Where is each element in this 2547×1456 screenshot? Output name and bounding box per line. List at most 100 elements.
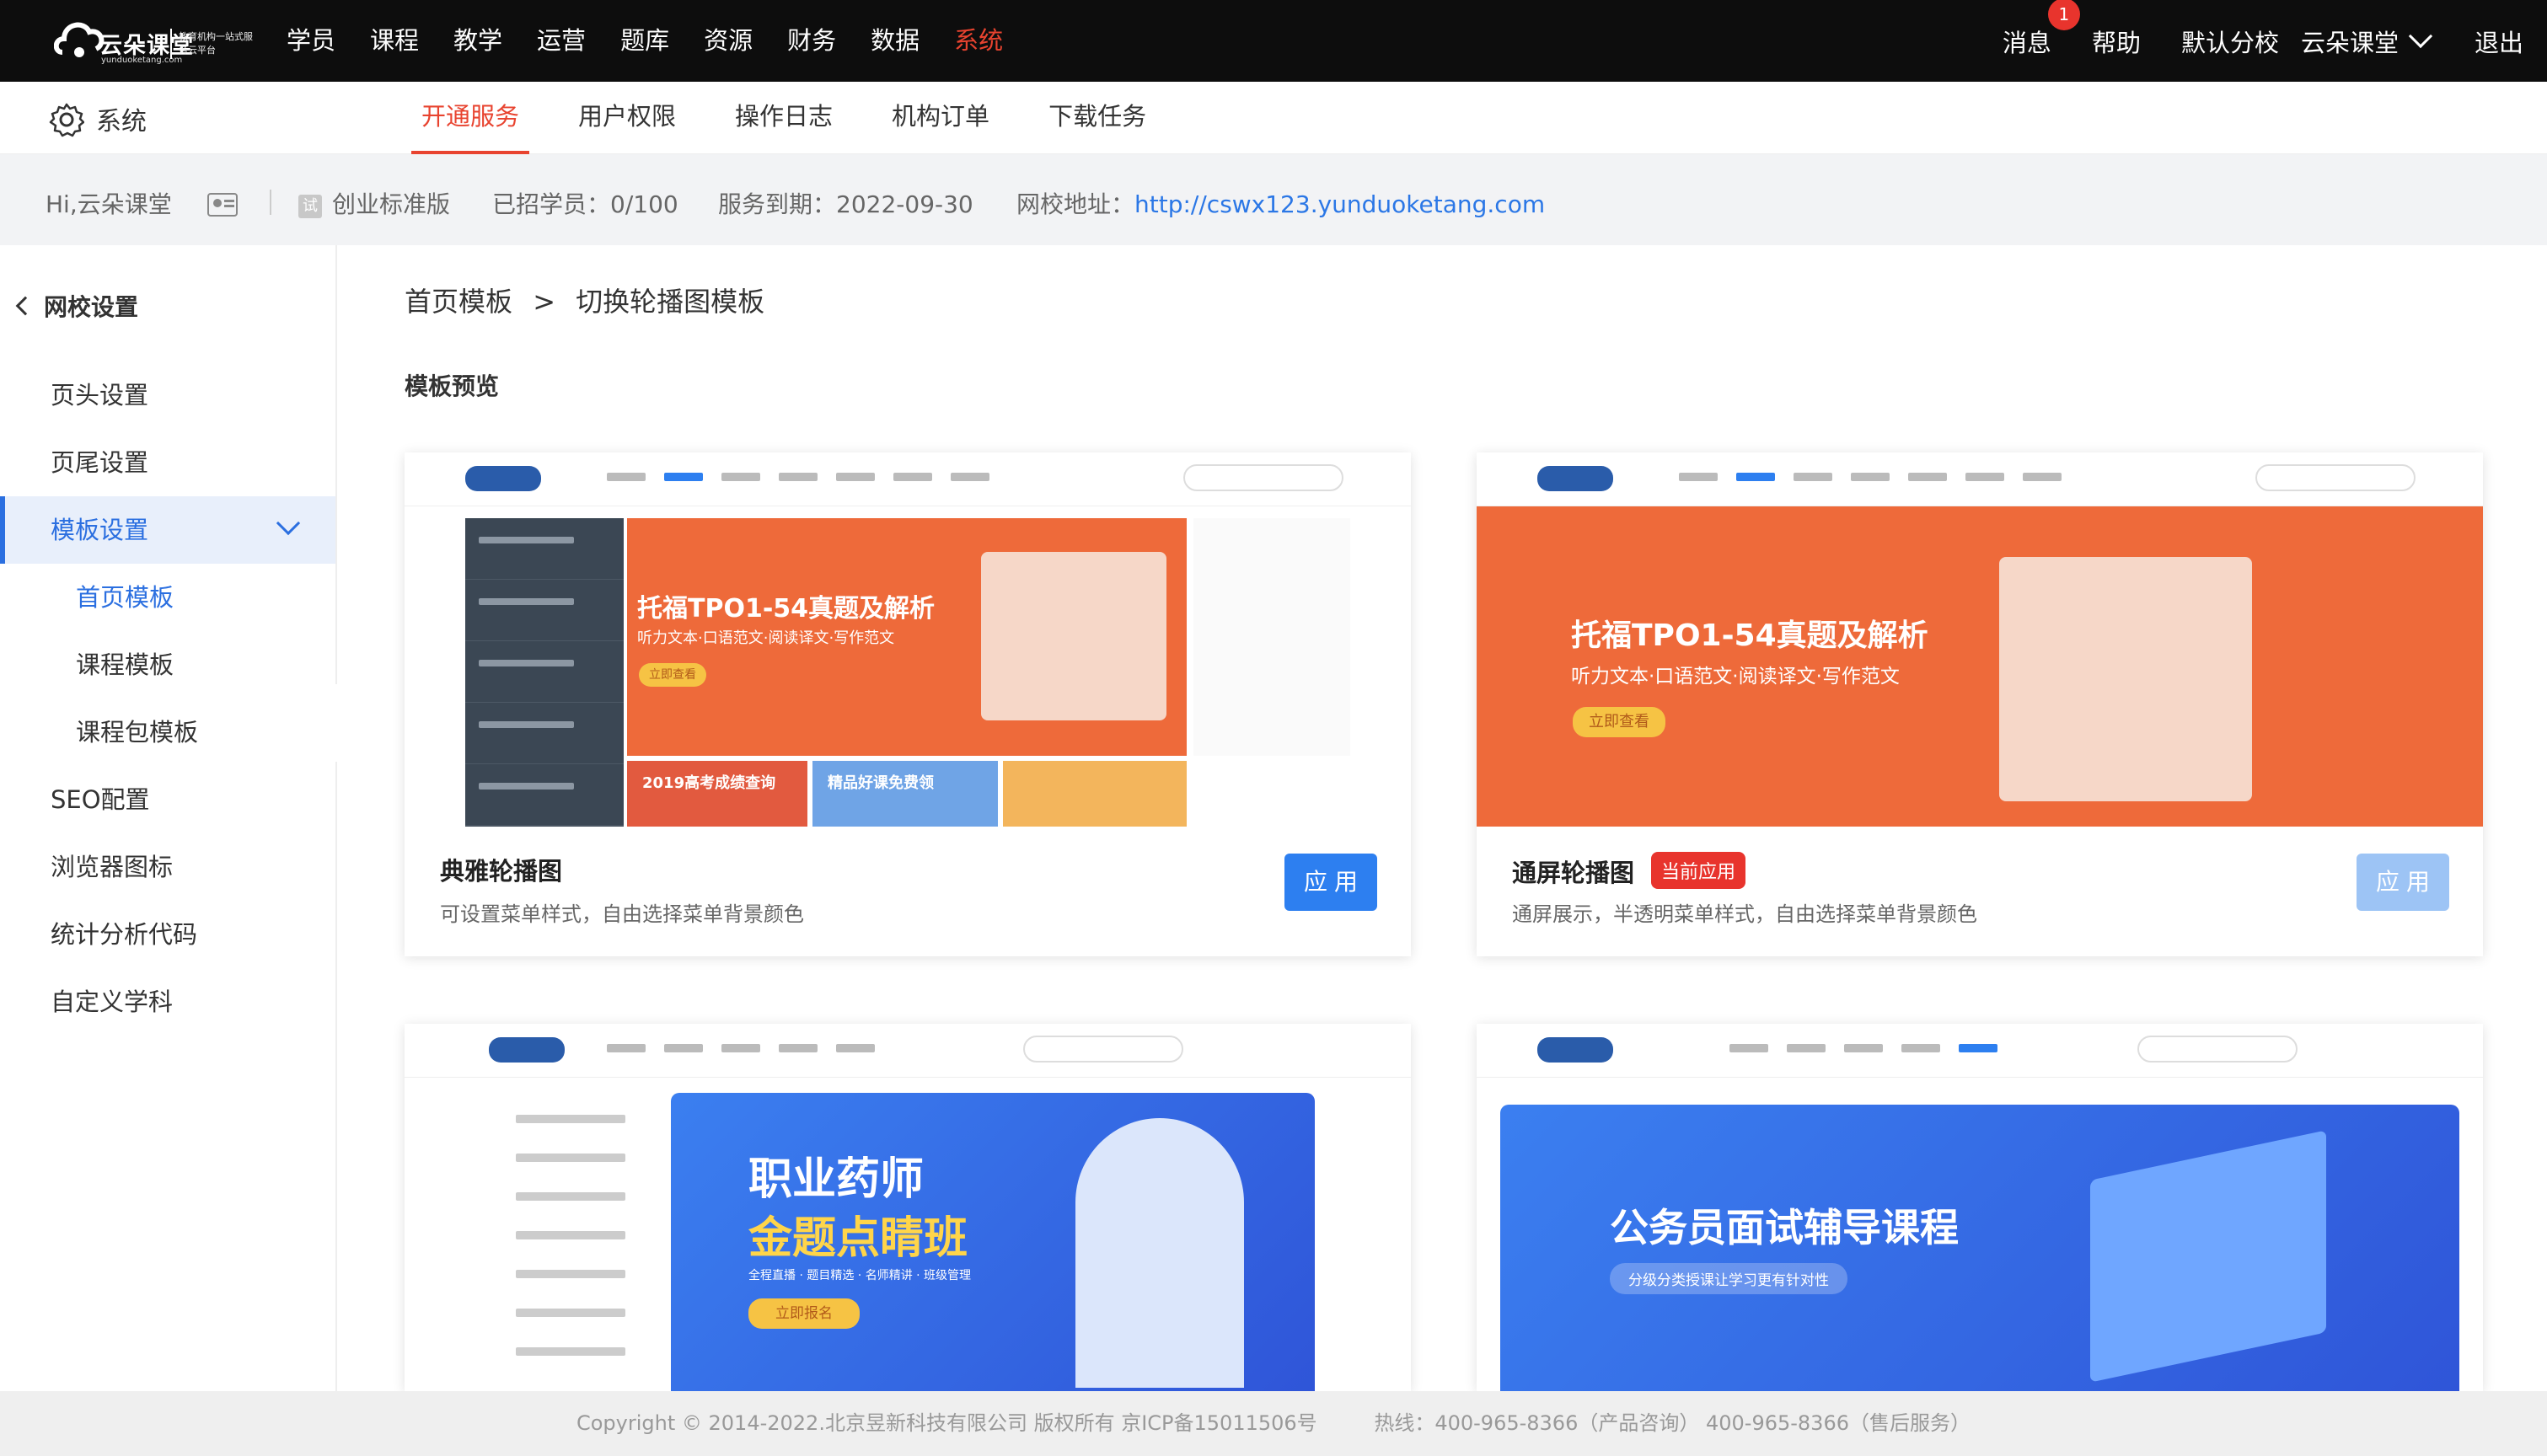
preview-search xyxy=(2137,1036,2298,1063)
breadcrumb-current: 切换轮播图模板 xyxy=(576,286,765,318)
help-link[interactable]: 帮助 xyxy=(2092,24,2141,59)
sidebar-item-template-settings[interactable]: 模板设置 xyxy=(0,496,335,564)
messages-label: 消息 xyxy=(2002,28,2051,57)
banner-title: 托福TPO1-54真题及解析 xyxy=(637,594,936,624)
account-label: 云朵课堂 xyxy=(2300,28,2399,57)
students-label: 已招学员： xyxy=(492,190,611,218)
plan-name: 创业标准版 xyxy=(332,190,451,218)
menu-item-question-bank[interactable]: 题库 xyxy=(620,0,669,82)
sidebar-item-footer-settings[interactable]: 页尾设置 xyxy=(0,429,335,496)
sidebar-item-course-template[interactable]: 课程模板 xyxy=(0,631,335,699)
banner-subtitle: 听力文本·口语范文·阅读译文·写作范文 xyxy=(1571,666,1900,688)
current-template-badge: 当前应用 xyxy=(1651,852,1746,889)
brand-logo[interactable]: 云朵课堂 yunduoketang.com 教育机构一站式服务云平台 xyxy=(54,12,256,67)
logo-divider xyxy=(170,29,172,59)
template-preview-elegant: 托福TPO1-54真题及解析 听力文本·口语范文·阅读译文·写作范文 立即查看 … xyxy=(405,452,1411,827)
preview-banner: 托福TPO1-54真题及解析 听力文本·口语范文·阅读译文·写作范文 立即查看 xyxy=(627,518,1187,756)
section-title: 系统 xyxy=(96,107,147,136)
template-preview-boxed: 公务员面试辅导课程 分级分类授课让学习更有针对性 xyxy=(1477,1024,2483,1391)
banner-illustration xyxy=(981,552,1166,720)
preview-promo-1: 2019高考成绩查询 xyxy=(627,761,807,827)
banner-subtitle: 分级分类授课让学习更有针对性 xyxy=(1610,1263,1847,1294)
sidebar-item-package-template[interactable]: 课程包模板 xyxy=(0,699,335,766)
banner-title-line-1: 职业药师 xyxy=(748,1154,925,1205)
preview-logo xyxy=(465,466,541,491)
apply-button[interactable]: 应用 xyxy=(2357,854,2449,911)
expiry-label: 服务到期： xyxy=(718,190,837,218)
branch-selector[interactable]: 默认分校 xyxy=(2181,24,2279,59)
students-value: 0/100 xyxy=(610,190,678,218)
messages-link[interactable]: 消息 1 xyxy=(2002,0,2080,59)
template-card-boxed: 公务员面试辅导课程 分级分类授课让学习更有针对性 xyxy=(1477,1024,2483,1391)
preview-banner: 托福TPO1-54真题及解析 听力文本·口语范文·阅读译文·写作范文 立即查看 xyxy=(1477,506,2483,827)
tab-user-permissions[interactable]: 用户权限 xyxy=(578,82,676,154)
sidebar-back-label: 网校设置 xyxy=(44,293,139,321)
menu-item-courses[interactable]: 课程 xyxy=(370,0,419,82)
menu-item-data[interactable]: 数据 xyxy=(871,0,920,82)
info-divider xyxy=(270,190,271,215)
preview-promo-3 xyxy=(1003,761,1187,827)
sidebar: 网校设置 页头设置 页尾设置 模板设置 首页模板 课程模板 课程包模板 SEO配… xyxy=(0,245,337,1391)
tab-operation-logs[interactable]: 操作日志 xyxy=(735,82,833,154)
sidebar-item-seo[interactable]: SEO配置 xyxy=(0,766,335,833)
section-heading: 模板预览 xyxy=(405,372,500,400)
preview-user-panel xyxy=(1193,518,1350,756)
chevron-down-icon xyxy=(276,511,301,536)
breadcrumb: 首页模板 > 切换轮播图模板 xyxy=(405,281,764,319)
preview-search xyxy=(1183,464,1343,491)
cloud-logo-icon xyxy=(54,22,105,57)
preview-search xyxy=(1023,1036,1183,1063)
copyright-text: Copyright © 2014-2022.北京昱新科技有限公司 版权所有 京I… xyxy=(576,1411,1317,1435)
preview-nav xyxy=(1679,473,2080,481)
sidebar-item-favicon[interactable]: 浏览器图标 xyxy=(0,833,335,901)
gear-icon xyxy=(49,103,84,137)
template-card-elegant: 托福TPO1-54真题及解析 听力文本·口语范文·阅读译文·写作范文 立即查看 … xyxy=(405,452,1411,956)
sidebar-item-custom-subjects[interactable]: 自定义学科 xyxy=(0,968,335,1036)
tab-open-services[interactable]: 开通服务 xyxy=(410,82,530,154)
menu-item-resources[interactable]: 资源 xyxy=(704,0,753,82)
banner-subtitle: 听力文本·口语范文·阅读译文·写作范文 xyxy=(637,629,895,647)
sidebar-back-link[interactable]: 网校设置 xyxy=(15,289,139,323)
tab-org-orders[interactable]: 机构订单 xyxy=(892,82,989,154)
sidebar-item-home-template[interactable]: 首页模板 xyxy=(0,564,335,631)
preview-header xyxy=(1477,452,2483,506)
breadcrumb-root[interactable]: 首页模板 xyxy=(405,286,512,318)
preview-logo xyxy=(1537,466,1613,491)
tab-download-tasks[interactable]: 下载任务 xyxy=(1048,82,1146,154)
menu-item-students[interactable]: 学员 xyxy=(287,0,335,82)
expiry-value: 2022-09-30 xyxy=(836,190,973,218)
apply-button[interactable]: 应用 xyxy=(1284,854,1377,911)
preview-promo-2: 精品好课免费领 xyxy=(812,761,998,827)
site-label: 网校地址： xyxy=(1016,190,1135,218)
trial-icon: 试 xyxy=(298,195,322,218)
banner-title: 公务员面试辅导课程 xyxy=(1610,1205,1959,1250)
template-name-row: 通屏轮播图 当前应用 xyxy=(1512,852,1746,889)
top-navigation: 云朵课堂 yunduoketang.com 教育机构一站式服务云平台 学员 课程… xyxy=(0,0,2547,82)
logout-link[interactable]: 退出 xyxy=(2475,24,2523,59)
preview-logo xyxy=(1537,1037,1613,1063)
chevron-left-icon xyxy=(15,296,35,316)
preview-nav xyxy=(607,1044,893,1052)
sidebar-item-analytics-code[interactable]: 统计分析代码 xyxy=(0,901,335,968)
menu-item-system[interactable]: 系统 xyxy=(954,0,1003,82)
preview-banner: 公务员面试辅导课程 分级分类授课让学习更有针对性 xyxy=(1500,1105,2459,1391)
banner-cta: 立即查看 xyxy=(1573,707,1665,737)
template-description: 可设置菜单样式，自由选择菜单背景颜色 xyxy=(440,902,804,926)
template-card-fullscreen: 托福TPO1-54真题及解析 听力文本·口语范文·阅读译文·写作范文 立即查看 … xyxy=(1477,452,2483,956)
menu-item-operations[interactable]: 运营 xyxy=(537,0,586,82)
site-url-link[interactable]: http://cswx123.yunduoketang.com xyxy=(1134,190,1545,218)
sidebar-item-header-settings[interactable]: 页头设置 xyxy=(0,361,335,429)
menu-item-finance[interactable]: 财务 xyxy=(787,0,836,82)
id-card-icon[interactable] xyxy=(207,193,238,217)
banner-illustration xyxy=(1999,557,2252,801)
preview-nav xyxy=(607,473,1008,481)
students-info: 已招学员：0/100 xyxy=(492,186,678,220)
account-info-bar: Hi,云朵课堂 试创业标准版 已招学员：0/100 服务到期：2022-09-3… xyxy=(0,154,2547,245)
menu-item-teaching[interactable]: 教学 xyxy=(453,0,502,82)
banner-cta: 立即查看 xyxy=(639,663,706,687)
expiry-info: 服务到期：2022-09-30 xyxy=(718,186,973,220)
main-content: 首页模板 > 切换轮播图模板 模板预览 托福TPO1-54真题及解析 听力文本·… xyxy=(337,245,2547,1391)
account-menu[interactable]: 云朵课堂 xyxy=(2301,24,2434,59)
preview-menu xyxy=(516,1115,625,1386)
greeting: Hi,云朵课堂 xyxy=(46,190,172,218)
